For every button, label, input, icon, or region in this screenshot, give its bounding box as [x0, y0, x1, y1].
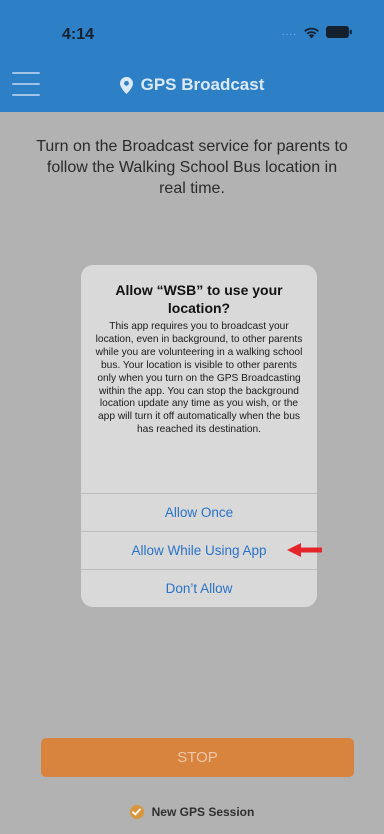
wifi-icon: [304, 27, 319, 38]
hamburger-menu-icon[interactable]: [12, 72, 42, 96]
alert-actions: Allow Once Allow While Using App Don’t A…: [81, 493, 317, 607]
intro-text: Turn on the Broadcast service for parent…: [36, 138, 348, 197]
alert-message: This app requires you to broadcast your …: [95, 321, 303, 436]
location-permission-alert: Allow “WSB” to use your location? This a…: [81, 265, 317, 607]
nav-bar: GPS Broadcast: [0, 58, 384, 112]
nav-title-group: GPS Broadcast: [0, 58, 384, 112]
page-title: GPS Broadcast: [140, 75, 265, 94]
new-gps-session[interactable]: New GPS Session: [0, 802, 384, 822]
red-arrow-icon: [287, 543, 322, 557]
dont-allow-button[interactable]: Don’t Allow: [81, 569, 317, 607]
alert-title: Allow “WSB” to use your location?: [115, 282, 283, 316]
menu-line: [12, 94, 40, 96]
session-label: New GPS Session: [151, 805, 255, 819]
screen: 4:14 .... GPS Broadcast Turn on the Broa…: [0, 0, 384, 834]
signal-dots: ....: [281, 26, 297, 38]
location-pin-icon: [119, 76, 133, 94]
menu-line: [12, 83, 40, 85]
stop-button[interactable]: STOP: [41, 738, 354, 777]
allow-once-button[interactable]: Allow Once: [81, 493, 317, 531]
status-icons: ....: [282, 24, 352, 40]
check-circle-icon: [129, 805, 144, 819]
status-time: 4:14: [62, 26, 95, 43]
allow-while-using-app-button[interactable]: Allow While Using App: [81, 531, 317, 569]
battery-icon: [326, 26, 352, 38]
menu-line: [12, 72, 40, 74]
status-bar: 4:14 ....: [0, 0, 384, 58]
